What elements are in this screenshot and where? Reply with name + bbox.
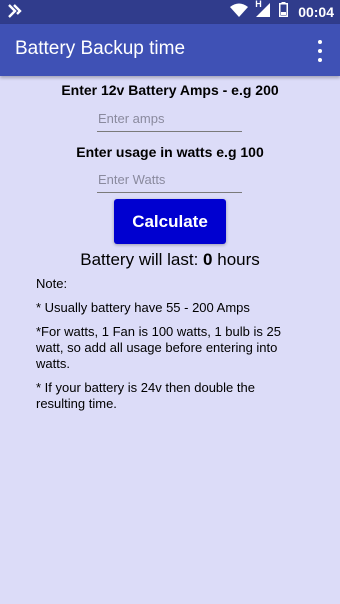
status-time: 00:04 (298, 4, 334, 20)
note-item: *For watts, 1 Fan is 100 watts, 1 bulb i… (36, 324, 281, 371)
notes-section: Note: * Usually battery have 55 - 200 Am… (36, 276, 306, 420)
app-title: Battery Backup time (15, 38, 186, 59)
amps-field[interactable] (97, 106, 242, 132)
result-prefix: Battery will last: (80, 250, 204, 269)
status-bar: H 00:04 (0, 0, 340, 24)
watts-label: Enter usage in watts e.g 100 (76, 144, 264, 160)
wifi-icon (230, 3, 249, 22)
network-type-label: H (255, 0, 262, 9)
result-text: Battery will last: 0 hours (0, 250, 340, 270)
result-suffix: hours (212, 250, 260, 269)
notification-icon (8, 4, 22, 23)
amps-input[interactable] (97, 106, 242, 130)
notes-heading: Note: (36, 276, 68, 291)
signal-icon: H (255, 0, 272, 23)
battery-icon (279, 2, 289, 22)
app-bar: Battery Backup time (0, 24, 340, 76)
watts-field[interactable] (97, 167, 242, 193)
calculate-button[interactable]: Calculate (114, 199, 226, 244)
note-item: * If your battery is 24v then double the… (36, 380, 255, 411)
result-value: 0 (203, 250, 213, 269)
note-item: * Usually battery have 55 - 200 Amps (36, 300, 250, 315)
overflow-menu-icon[interactable] (310, 40, 330, 62)
amps-label: Enter 12v Battery Amps - e.g 200 (61, 82, 279, 98)
watts-input[interactable] (97, 167, 242, 191)
